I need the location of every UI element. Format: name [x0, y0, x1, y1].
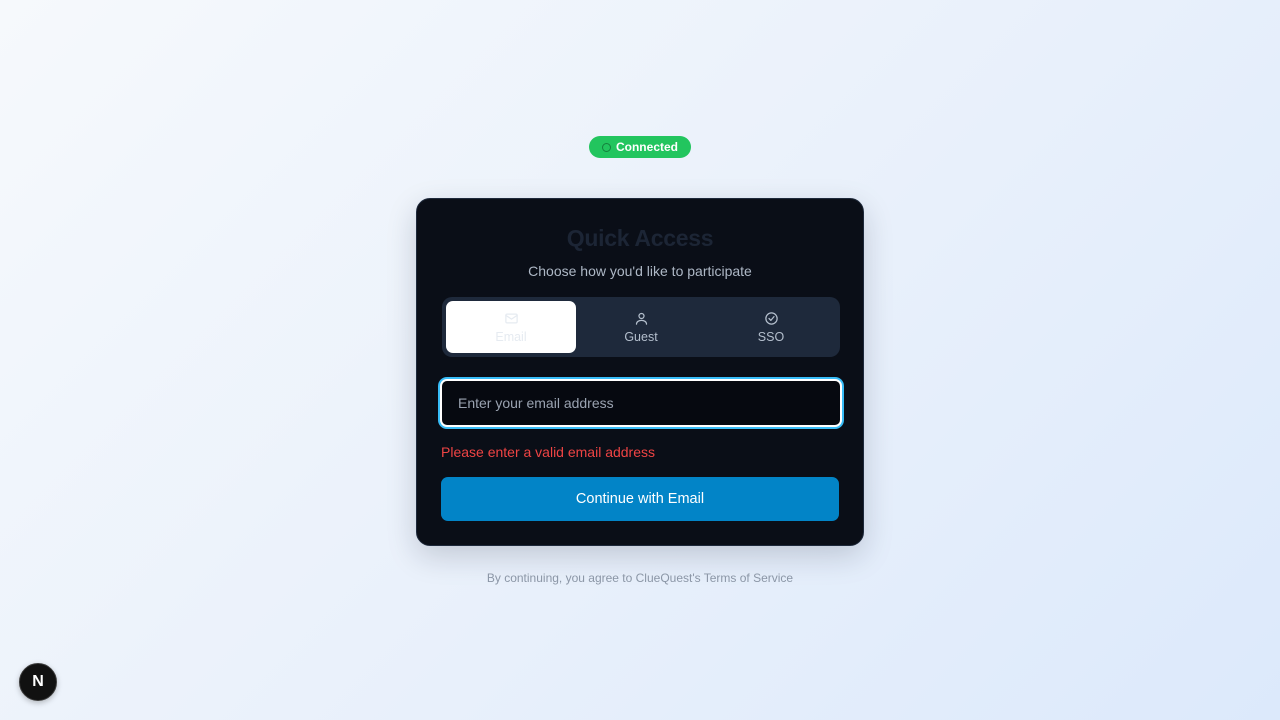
user-icon	[634, 310, 649, 326]
continue-with-email-button[interactable]: Continue with Email	[441, 477, 839, 521]
tab-guest[interactable]: Guest	[576, 301, 706, 353]
status-label: Connected	[615, 140, 678, 154]
email-error-message: Please enter a valid email address	[441, 444, 656, 460]
dev-tools-badge-label: N	[32, 673, 44, 690]
terms-notice: By continuing, you agree to ClueQuest's …	[486, 571, 794, 585]
card-title: Quick Access	[566, 225, 714, 251]
mail-icon	[504, 310, 519, 326]
auth-method-tabs: Email Guest SSO	[442, 297, 840, 357]
tab-sso-label: SSO	[757, 330, 785, 344]
tab-email-label: Email	[495, 330, 527, 344]
email-input[interactable]	[440, 379, 842, 427]
status-dot-icon	[601, 142, 611, 152]
check-circle-icon	[764, 310, 779, 326]
login-card: Quick Access Choose how you'd like to pa…	[416, 198, 864, 546]
card-subtitle: Choose how you'd like to participate	[528, 263, 752, 279]
dev-tools-badge[interactable]: N	[19, 663, 57, 701]
tab-sso[interactable]: SSO	[706, 301, 836, 353]
tab-email[interactable]: Email	[446, 301, 576, 353]
status-badge: Connected	[589, 136, 691, 158]
tab-guest-label: Guest	[624, 330, 658, 344]
